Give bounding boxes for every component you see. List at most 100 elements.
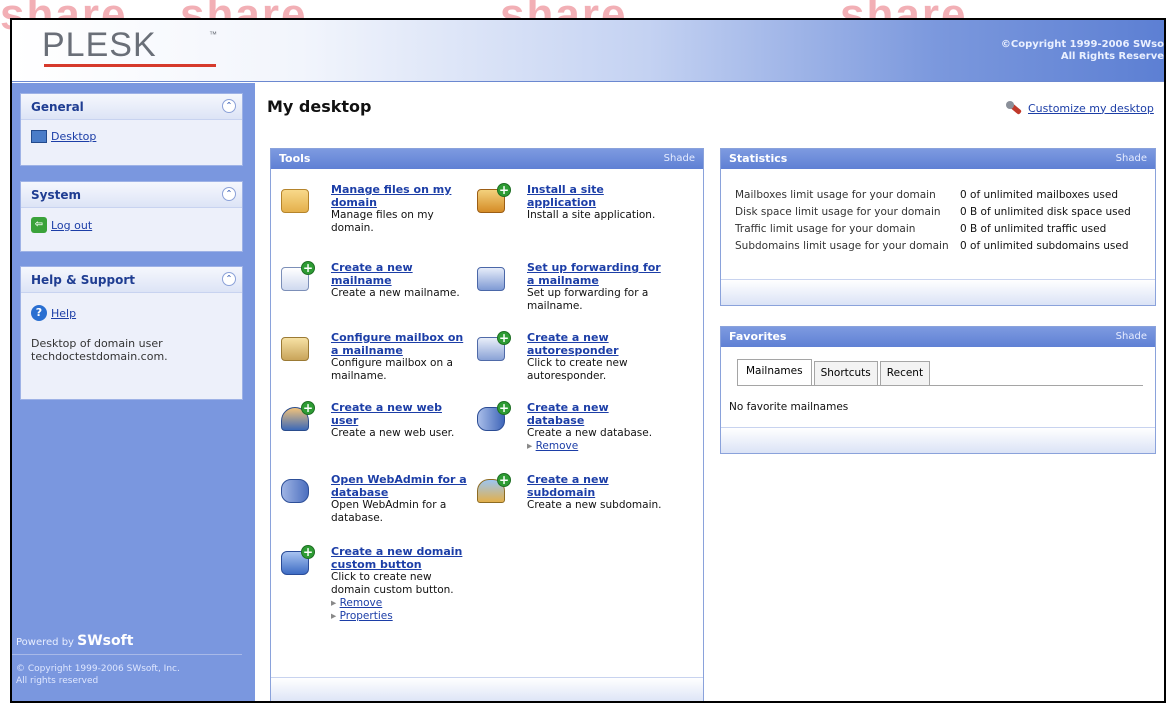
tool-link[interactable]: Install a site application: [527, 183, 667, 209]
panel-header: Tools Shade: [271, 149, 703, 169]
remove-link[interactable]: Remove: [331, 597, 471, 610]
stat-label: Subdomains limit usage for your domain: [735, 240, 949, 252]
tool-description: Install a site application.: [527, 209, 656, 221]
panel-footer: [721, 427, 1155, 453]
tool-link[interactable]: Create a new web user: [331, 401, 471, 427]
remove-link[interactable]: Remove: [527, 440, 667, 453]
folder-files-icon[interactable]: [279, 183, 315, 219]
header-banner: PLESK ™ ©Copyright 1999-2006 SWso All Ri…: [12, 20, 1164, 82]
subdomain-icon[interactable]: +: [475, 473, 511, 509]
collapse-icon[interactable]: ⌃: [222, 187, 236, 201]
sidebar-group-header[interactable]: General ⌃: [21, 94, 242, 120]
tool-description: Create a new database.: [527, 427, 653, 439]
panel-title: Tools: [279, 152, 311, 165]
swsoft-logo: SWsoft: [77, 633, 134, 649]
panel-header: Statistics Shade: [721, 149, 1155, 169]
mail-forward-icon[interactable]: [475, 261, 511, 297]
stat-label: Traffic limit usage for your domain: [735, 223, 916, 235]
sidebar-copyright: © Copyright 1999-2006 SWsoft, Inc. All r…: [16, 664, 180, 686]
logo-underline: [44, 64, 216, 67]
sidebar-item-help[interactable]: ? Help: [31, 304, 76, 322]
page-title: My desktop: [267, 97, 372, 116]
sidebar-item-desktop[interactable]: Desktop: [31, 127, 96, 145]
shade-button[interactable]: Shade: [664, 153, 695, 164]
tabs-divider: [737, 385, 1143, 386]
sidebar-group-header[interactable]: Help & Support ⌃: [21, 267, 242, 293]
stat-label: Mailboxes limit usage for your domain: [735, 189, 936, 201]
autoresponder-icon[interactable]: +: [475, 331, 511, 367]
stat-row: Traffic limit usage for your domain 0 B …: [735, 223, 1106, 236]
tool-description: Create a new web user.: [331, 427, 455, 439]
tool-link[interactable]: Open WebAdmin for a database: [331, 473, 471, 499]
customize-desktop-label[interactable]: Customize my desktop: [1028, 102, 1154, 115]
shade-button[interactable]: Shade: [1116, 153, 1147, 164]
stat-label: Disk space limit usage for your domain: [735, 206, 941, 218]
panel-title: Statistics: [729, 152, 788, 165]
new-mail-icon[interactable]: +: [279, 261, 315, 297]
tool-description: Create a new subdomain.: [527, 499, 662, 511]
sidebar-group-help: Help & Support ⌃ ? Help Desktop of domai…: [20, 266, 243, 400]
tool-description: Manage files on my domain.: [331, 209, 434, 234]
logout-icon: ⇦: [31, 217, 47, 233]
sidebar-item-logout[interactable]: ⇦ Log out: [31, 216, 92, 234]
database-icon[interactable]: +: [475, 401, 511, 437]
tools-panel: Tools Shade Manage files on my domain Ma…: [270, 148, 704, 701]
sidebar-item-label[interactable]: Help: [51, 307, 76, 320]
plesk-logo: PLESK: [42, 26, 157, 64]
tool-link[interactable]: Create a new database: [527, 401, 667, 427]
tool-link[interactable]: Manage files on my domain: [331, 183, 471, 209]
sidebar-group-title: System: [31, 188, 81, 202]
web-user-icon[interactable]: +: [279, 401, 315, 437]
tool-link[interactable]: Set up forwarding for a mailname: [527, 261, 667, 287]
tool-description: Click to create new domain custom button…: [331, 571, 454, 596]
tab-shortcuts[interactable]: Shortcuts: [813, 361, 878, 385]
tool-link[interactable]: Create a new subdomain: [527, 473, 667, 499]
tool-description: Set up forwarding for a mailname.: [527, 287, 649, 312]
plesk-window: PLESK ™ ©Copyright 1999-2006 SWso All Ri…: [10, 18, 1166, 703]
sidebar-group-system: System ⌃ ⇦ Log out: [20, 181, 243, 252]
custom-button-icon[interactable]: +: [279, 545, 315, 581]
tab-recent[interactable]: Recent: [879, 361, 931, 385]
panel-title: Favorites: [729, 330, 787, 343]
favorites-panel: Favorites Shade Mailnames Shortcuts Rece…: [720, 326, 1156, 454]
webadmin-icon[interactable]: [279, 473, 315, 509]
sidebar-divider: [12, 654, 242, 655]
header-copyright: ©Copyright 1999-2006 SWso All Rights Res…: [1000, 39, 1164, 62]
stat-row: Mailboxes limit usage for your domain 0 …: [735, 189, 1118, 202]
tool-description: Create a new mailname.: [331, 287, 460, 299]
logo-trademark: ™: [209, 30, 217, 39]
sidebar-group-header[interactable]: System ⌃: [21, 182, 242, 208]
sidebar-item-label[interactable]: Desktop: [51, 130, 96, 143]
panel-footer: [271, 677, 703, 701]
powered-by: Powered by SWsoft: [16, 633, 134, 649]
tool-link[interactable]: Create a new domain custom button: [331, 545, 471, 571]
wrench-icon: [1006, 100, 1022, 116]
collapse-icon[interactable]: ⌃: [222, 272, 236, 286]
stat-value: 0 B of unlimited traffic used: [960, 223, 1107, 235]
mailbox-icon[interactable]: [279, 331, 315, 367]
properties-link[interactable]: Properties: [331, 610, 471, 623]
favorites-empty-message: No favorite mailnames: [729, 401, 849, 413]
sidebar-group-title: Help & Support: [31, 273, 135, 287]
stat-value: 0 B of unlimited disk space used: [960, 206, 1131, 218]
favorites-tabs: Mailnames Shortcuts Recent: [737, 359, 932, 385]
shade-button[interactable]: Shade: [1116, 331, 1147, 342]
sidebar-group-title: General: [31, 100, 84, 114]
tool-description: Open WebAdmin for a database.: [331, 499, 447, 524]
tool-link[interactable]: Create a new autoresponder: [527, 331, 667, 357]
sidebar: General ⌃ Desktop System ⌃ ⇦ Log out Hel…: [12, 83, 255, 701]
stat-row: Subdomains limit usage for your domain 0…: [735, 240, 1129, 253]
install-application-icon[interactable]: +: [475, 183, 511, 219]
stat-row: Disk space limit usage for your domain 0…: [735, 206, 1131, 219]
customize-desktop-link[interactable]: Customize my desktop: [1006, 100, 1154, 116]
tool-description: Click to create new autoresponder.: [527, 357, 628, 382]
help-description: Desktop of domain user techdoctestdomain…: [31, 337, 168, 363]
tool-link[interactable]: Configure mailbox on a mailname: [331, 331, 471, 357]
tool-link[interactable]: Create a new mailname: [331, 261, 471, 287]
help-icon: ?: [31, 305, 47, 321]
sidebar-item-label[interactable]: Log out: [51, 219, 92, 232]
tab-mailnames[interactable]: Mailnames: [737, 359, 812, 385]
statistics-panel: Statistics Shade Mailboxes limit usage f…: [720, 148, 1156, 306]
panel-footer: [721, 279, 1155, 305]
collapse-icon[interactable]: ⌃: [222, 99, 236, 113]
